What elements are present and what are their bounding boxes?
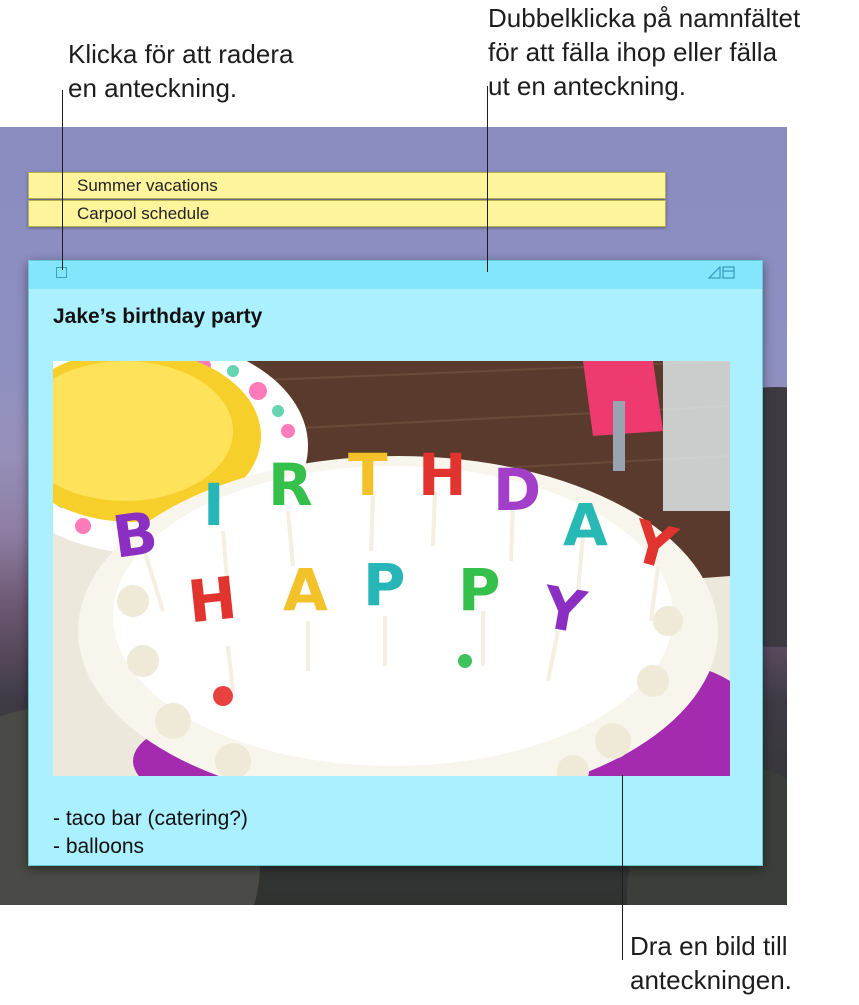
callout-line-collapse <box>487 86 488 272</box>
callout-collapse-line-3: ut en anteckning. <box>488 70 687 101</box>
callout-drag-line-1: Dra en bild till <box>630 931 788 961</box>
candle-letter: P <box>458 556 501 624</box>
note-item-list: - taco bar (catering?) - balloons <box>53 805 248 861</box>
candles-birthday: B I R T H D A Y H A P P Y <box>53 361 730 776</box>
callout-collapse-note: Dubbelklicka på namnfältet för att fälla… <box>488 2 800 103</box>
candle-letter: T <box>348 441 388 509</box>
callout-line-delete <box>62 90 63 270</box>
note-heading: Jake’s birthday party <box>53 305 263 328</box>
candle-letter: H <box>184 563 240 637</box>
candle-letter: Y <box>537 572 591 648</box>
collapsed-note[interactable]: Carpool schedule <box>28 200 666 227</box>
callout-line-drag <box>622 775 623 960</box>
resize-triangle-icon[interactable] <box>708 266 721 279</box>
birthday-cake-image[interactable]: B I R T H D A Y H A P P Y <box>53 361 730 776</box>
candle-letter: D <box>493 456 542 524</box>
callout-collapse-line-1: Dubbelklicka på namnfältet <box>488 3 801 33</box>
candle-letter: Y <box>624 506 684 584</box>
callout-collapse-line-2: för att fälla ihop eller fälla <box>488 36 778 67</box>
expanded-note[interactable]: Jake’s birthday party B I R T H D A Y H … <box>28 260 763 866</box>
callout-delete-note: Klicka för att radera en anteckning. <box>68 38 293 106</box>
callout-delete-line-1: Klicka för att radera <box>68 39 294 69</box>
candle-letter: R <box>268 451 313 519</box>
callout-drag-image: Dra en bild till anteckningen. <box>630 930 792 998</box>
list-item: - taco bar (catering?) <box>53 807 248 830</box>
collapsed-note-title: Carpool schedule <box>77 204 210 223</box>
collapse-window-icon[interactable] <box>722 266 735 279</box>
candle-letter: I <box>203 471 225 539</box>
candle-letter: B <box>108 498 162 572</box>
collapsed-note[interactable]: Summer vacations <box>28 172 666 199</box>
candle-letter: A <box>283 556 328 624</box>
callout-drag-line-2: anteckningen. <box>630 964 792 995</box>
note-title-bar[interactable] <box>29 261 762 289</box>
candle-letter: H <box>418 441 467 509</box>
collapsed-note-title: Summer vacations <box>77 176 218 195</box>
list-item: - balloons <box>53 835 145 858</box>
callout-delete-line-2: en anteckning. <box>68 72 238 103</box>
candle-letter: P <box>363 551 406 619</box>
candle-letter: A <box>563 491 608 559</box>
